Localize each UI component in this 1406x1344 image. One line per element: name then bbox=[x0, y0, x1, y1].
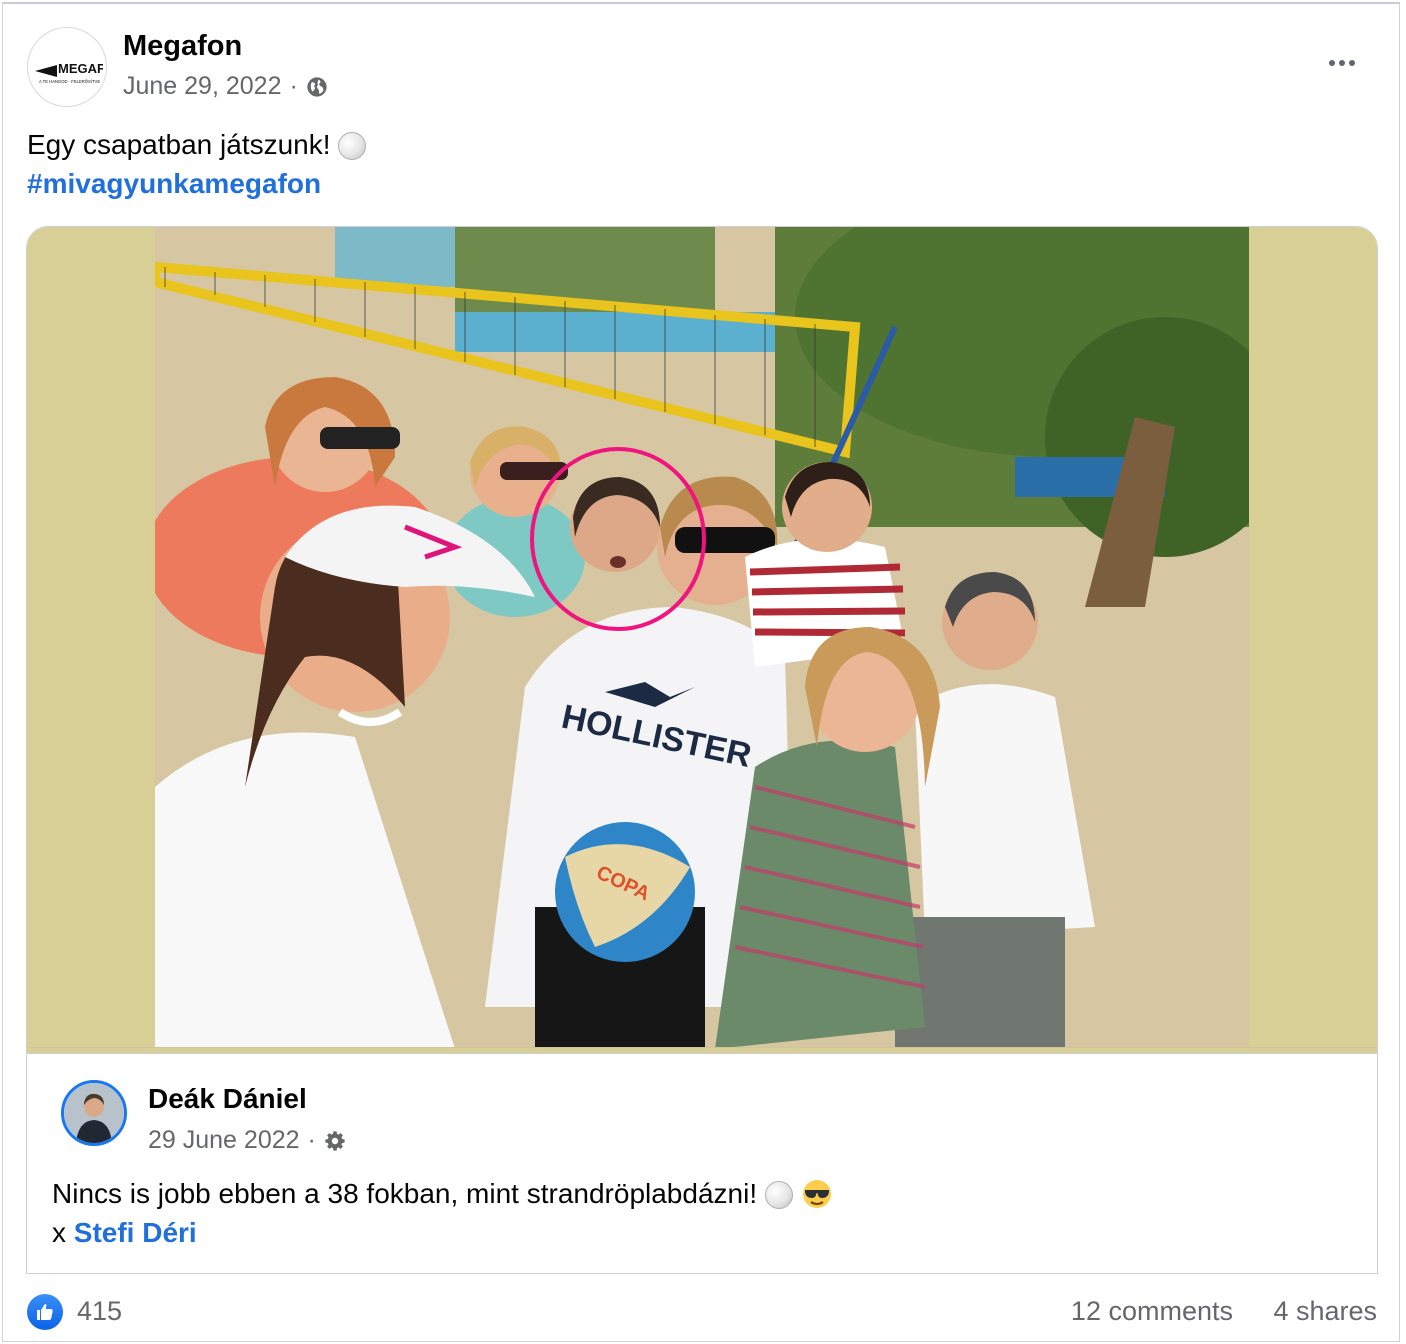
group-selfie-illustration: HOLLISTER COPA bbox=[155, 227, 1249, 1049]
comments-count[interactable]: 12 comments bbox=[1071, 1296, 1233, 1327]
megafon-logo-icon: MEGAFON A TE HANGOD · FELERŐSÍTVE bbox=[35, 61, 103, 84]
page-avatar[interactable]: MEGAFON A TE HANGOD · FELERŐSÍTVE bbox=[27, 27, 107, 107]
globe-icon bbox=[307, 76, 327, 97]
volleyball-icon bbox=[764, 1181, 793, 1209]
meta-separator: · bbox=[307, 1126, 316, 1154]
shared-post-card[interactable]: HOLLISTER COPA Deák Dániel 29 June 2022 … bbox=[26, 226, 1378, 1274]
logo-text: MEGAFON bbox=[58, 61, 103, 76]
logo-subtext: A TE HANGOD · FELERŐSÍTVE bbox=[39, 79, 100, 84]
more-options-button[interactable] bbox=[1318, 46, 1366, 80]
post-date[interactable]: June 29, 2022 bbox=[123, 72, 281, 101]
like-icon[interactable] bbox=[27, 1294, 63, 1330]
like-count[interactable]: 415 bbox=[77, 1296, 122, 1327]
shared-post-body: Deák Dániel 29 June 2022 · Nincs is jobb… bbox=[27, 1053, 1377, 1273]
photo-container[interactable]: HOLLISTER COPA bbox=[27, 227, 1377, 1049]
tag-prefix: x bbox=[52, 1217, 66, 1248]
shares-count[interactable]: 4 shares bbox=[1273, 1296, 1377, 1327]
shared-post-message: Nincs is jobb ebben a 38 fokban, mint st… bbox=[52, 1178, 758, 1209]
shared-author-name[interactable]: Deák Dániel bbox=[148, 1083, 307, 1115]
engagement-bar: 415 12 comments 4 shares bbox=[27, 1290, 1377, 1334]
more-dot-icon bbox=[1339, 60, 1345, 66]
avatar-photo-icon bbox=[64, 1083, 124, 1143]
sunglasses-face-icon bbox=[802, 1180, 831, 1208]
shared-post-date[interactable]: 29 June 2022 bbox=[148, 1126, 300, 1155]
more-dot-icon bbox=[1349, 60, 1355, 66]
shared-post-text: Nincs is jobb ebben a 38 fokban, mint st… bbox=[52, 1174, 833, 1252]
meta-separator: · bbox=[289, 72, 298, 100]
thumbs-up-icon bbox=[37, 1304, 53, 1320]
author-name[interactable]: Megafon bbox=[123, 30, 242, 63]
shared-author-avatar[interactable] bbox=[61, 1080, 127, 1146]
post-photo[interactable]: HOLLISTER COPA bbox=[155, 227, 1249, 1049]
post-text: Egy csapatban játszunk! #mivagyunkamegaf… bbox=[27, 125, 367, 203]
post-meta: June 29, 2022 · bbox=[123, 72, 328, 101]
shared-post-meta: 29 June 2022 · bbox=[148, 1126, 346, 1155]
post-message: Egy csapatban játszunk! bbox=[27, 129, 331, 160]
hashtag-link[interactable]: #mivagyunkamegafon bbox=[27, 168, 321, 199]
tagged-user-link[interactable]: Stefi Déri bbox=[74, 1217, 197, 1248]
gear-icon bbox=[325, 1130, 345, 1151]
volleyball-icon bbox=[338, 132, 367, 160]
more-dot-icon bbox=[1329, 60, 1335, 66]
